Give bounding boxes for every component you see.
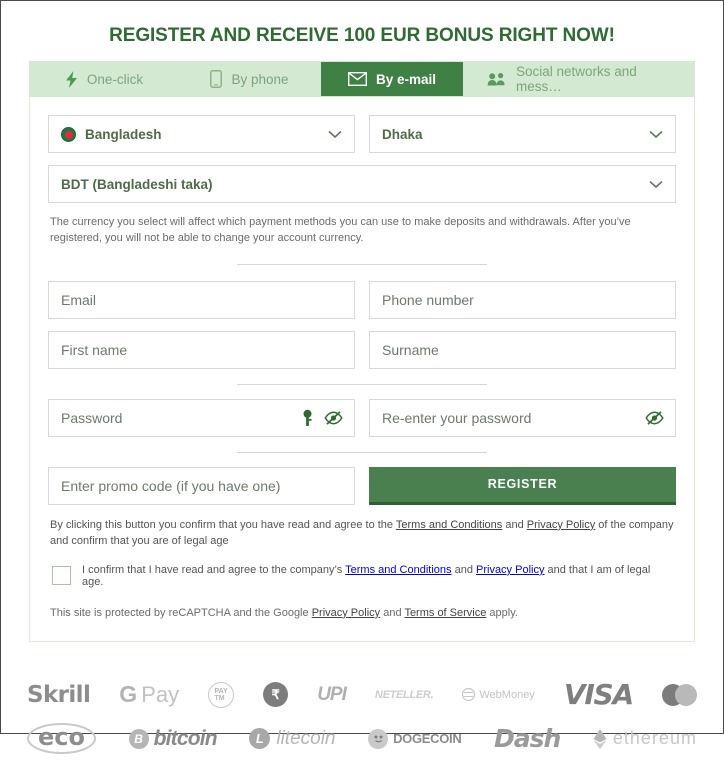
- confirm-age-label: I confirm that I have read and agree to …: [82, 564, 674, 588]
- email-placeholder: Email: [61, 291, 97, 308]
- payment-methods-row-2: eco B bitcoin L litecoin DOGECOIN Dash e…: [27, 717, 697, 761]
- currency-select[interactable]: BDT (Bangladeshi taka): [48, 165, 676, 203]
- chevron-down-icon: [328, 126, 342, 142]
- password-placeholder: Password: [61, 409, 123, 426]
- eye-slash-icon[interactable]: [645, 410, 664, 425]
- chevron-down-icon: [649, 176, 663, 192]
- section-divider: [237, 263, 487, 265]
- location-row: Bangladesh Dhaka: [48, 115, 676, 153]
- city-select[interactable]: Dhaka: [369, 115, 676, 153]
- register-button[interactable]: REGISTER: [369, 466, 676, 505]
- paytm-logo: PAY TM: [208, 681, 235, 708]
- promo-register-row: Enter promo code (if you have one) REGIS…: [48, 466, 676, 505]
- ethereum-logo: ethereum: [593, 728, 697, 749]
- tab-by-phone[interactable]: By phone: [178, 62, 321, 96]
- terms-mid: and: [502, 518, 527, 531]
- lightning-bolt-icon: [65, 70, 78, 88]
- recaptcha-mid: and: [380, 606, 405, 619]
- registration-form: Bangladesh Dhaka BDT (Bangladeshi taka) …: [30, 97, 694, 641]
- country-select[interactable]: Bangladesh: [48, 115, 355, 153]
- confirm-prefix: I confirm that I have read and agree to …: [82, 563, 346, 576]
- phone-field[interactable]: Phone number: [369, 280, 676, 319]
- ethereum-diamond-icon: [593, 728, 607, 749]
- privacy-policy-link[interactable]: Privacy Policy: [476, 564, 544, 576]
- google-privacy-policy-link[interactable]: Privacy Policy: [312, 607, 380, 619]
- tab-one-click-label: One-click: [86, 71, 144, 87]
- ecopayz-logo: eco: [27, 723, 96, 755]
- section-divider: [237, 383, 487, 385]
- currency-row: BDT (Bangladeshi taka): [48, 165, 676, 203]
- tab-by-phone-label: By phone: [231, 71, 289, 87]
- password-repeat-placeholder: Re-enter your password: [382, 409, 532, 426]
- confirm-age-row: I confirm that I have read and agree to …: [52, 564, 674, 588]
- registration-method-tabs: One-click By phone By e-mail Social netw…: [29, 61, 695, 97]
- confirm-mid: and: [451, 563, 476, 576]
- terms-and-conditions-link[interactable]: Terms and Conditions: [345, 564, 451, 576]
- dash-logo: Dash: [494, 724, 561, 754]
- section-divider: [237, 451, 487, 453]
- visa-logo: VISA: [563, 678, 634, 712]
- email-field[interactable]: Email: [48, 280, 355, 319]
- bitcoin-logo: B bitcoin: [128, 727, 218, 751]
- dogecoin-logo: DOGECOIN: [368, 728, 462, 749]
- page-title: REGISTER AND RECEIVE 100 EUR BONUS RIGHT…: [109, 25, 615, 46]
- phone-placeholder: Phone number: [382, 291, 474, 308]
- mastercard-logo: [662, 683, 697, 706]
- google-pay-logo: G Pay: [119, 681, 180, 708]
- bangladesh-flag-icon: [61, 126, 76, 142]
- confirm-age-checkbox[interactable]: [52, 566, 71, 586]
- neteller-logo: NETELLER.: [374, 688, 434, 701]
- name-row: First name Surname: [48, 330, 676, 369]
- city-value: Dhaka: [382, 126, 423, 142]
- webmoney-logo: WebMoney: [462, 688, 535, 702]
- tab-social-networks-label: Social networks and mess…: [516, 64, 637, 94]
- envelope-icon: [347, 72, 367, 86]
- password-repeat-field[interactable]: Re-enter your password: [369, 398, 676, 437]
- payment-methods-row-1: Skrill G Pay PAY TM ₹ UPI NETELLER. WebMo…: [27, 673, 697, 717]
- first-name-placeholder: First name: [61, 341, 128, 358]
- first-name-field[interactable]: First name: [48, 330, 355, 369]
- promo-code-placeholder: Enter promo code (if you have one): [61, 477, 281, 494]
- surname-field[interactable]: Surname: [369, 330, 676, 369]
- mobile-phone-icon: [210, 70, 223, 88]
- privacy-policy-link[interactable]: Privacy Policy: [527, 519, 595, 531]
- tab-by-email-label: By e-mail: [375, 71, 437, 87]
- recaptcha-notice: This site is protected by reCAPTCHA and …: [50, 607, 674, 619]
- skrill-logo: Skrill: [27, 681, 91, 708]
- surname-placeholder: Surname: [382, 341, 439, 358]
- terms-paragraph: By clicking this button you confirm that…: [50, 517, 674, 550]
- payment-methods: Skrill G Pay PAY TM ₹ UPI NETELLER. WebMo…: [1, 659, 723, 771]
- phonepe-logo: ₹: [263, 682, 289, 708]
- chevron-down-icon: [649, 126, 663, 142]
- terms-and-conditions-link[interactable]: Terms and Conditions: [396, 519, 502, 531]
- tab-one-click[interactable]: One-click: [30, 62, 178, 96]
- google-terms-of-service-link[interactable]: Terms of Service: [404, 607, 486, 619]
- recaptcha-suffix: apply.: [486, 606, 518, 619]
- password-field[interactable]: Password: [48, 398, 355, 437]
- promo-code-field[interactable]: Enter promo code (if you have one): [48, 466, 355, 505]
- key-icon[interactable]: [302, 409, 313, 426]
- currency-note: The currency you select will affect whic…: [50, 216, 631, 244]
- upi-logo: UPI: [317, 683, 347, 705]
- litecoin-logo: L litecoin: [249, 728, 336, 750]
- tab-by-email[interactable]: By e-mail: [321, 62, 463, 96]
- terms-prefix: By clicking this button you confirm that…: [50, 518, 396, 531]
- registration-page: REGISTER AND RECEIVE 100 EUR BONUS RIGHT…: [0, 0, 724, 755]
- webmoney-globe-icon: [462, 688, 476, 702]
- currency-value: BDT (Bangladeshi taka): [61, 176, 213, 192]
- country-value: Bangladesh: [85, 126, 162, 142]
- recaptcha-prefix: This site is protected by reCAPTCHA and …: [50, 606, 312, 619]
- registration-panel: One-click By phone By e-mail Social netw…: [29, 61, 695, 642]
- people-group-icon: [487, 72, 507, 87]
- eye-slash-icon[interactable]: [324, 410, 343, 425]
- contact-row: Email Phone number: [48, 280, 676, 319]
- password-row: Password Re-enter your password: [48, 398, 676, 437]
- tab-social-networks[interactable]: Social networks and mess…: [463, 62, 694, 96]
